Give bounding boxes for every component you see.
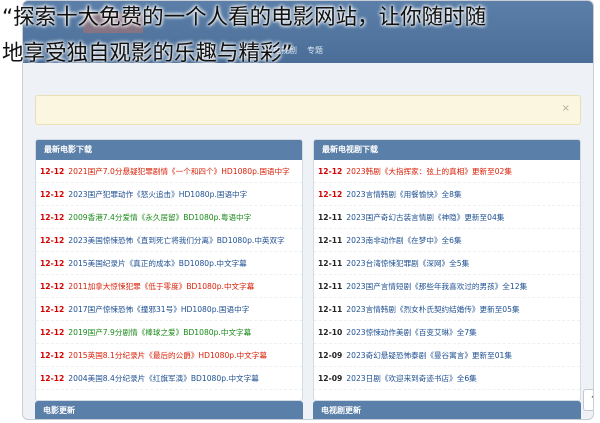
- list-item[interactable]: 12-11 2023国产言情短剧《那些年我喜欢过的男孩》全12集: [314, 275, 580, 298]
- item-title-link[interactable]: 2011加拿大惊悚犯罪《低于零度》BD1080p.中文字幕: [68, 282, 254, 291]
- list-item[interactable]: 12-11 2023国产奇幻古装言情剧《神隐》更新至04集: [314, 206, 580, 229]
- item-date: 12-11: [318, 282, 343, 291]
- list-item[interactable]: 12-10 2023惊悚动作美剧《百变艾琳》全7集: [314, 321, 580, 344]
- list-item[interactable]: 12-09 2023奇幻悬疑恐怖泰剧《曼谷寓言》更新至01集: [314, 344, 580, 367]
- list-item[interactable]: 12-12 2009香港7.4分爱情《永久居留》BD1080p.粤语中字: [36, 206, 302, 229]
- notice-bar: ×: [35, 95, 581, 125]
- item-date: 12-11: [318, 305, 343, 314]
- list-item[interactable]: 12-12 2004美国8.4分纪录片《红旗军演》BD1080p.中文字幕: [36, 367, 302, 390]
- back-to-top-button[interactable]: ↑: [583, 389, 593, 411]
- item-title-link[interactable]: 2019国产7.9分剧情《棒球之爱》BD1080p.中文字幕: [68, 328, 251, 337]
- item-title-link[interactable]: 2023国产言情短剧《那些年我喜欢过的男孩》全12集: [346, 282, 527, 291]
- movie-updates-title: 电影更新: [35, 401, 303, 419]
- item-date: 12-11: [318, 213, 343, 222]
- item-date: 12-12: [40, 236, 65, 245]
- item-title-link[interactable]: 2023言情韩剧《用餐愉快》全8集: [346, 190, 461, 199]
- list-item[interactable]: 12-12 2017国产惊悚恐怖《撞邪31号》HD1080p.国语中字: [36, 298, 302, 321]
- tv-updates-title: 电视剧更新: [313, 401, 581, 419]
- movies-list: 12-12 2021国产7.0分悬疑犯罪剧情《一个和四个》HD1080p.国语中字…: [36, 160, 302, 390]
- item-title-link[interactable]: 2023奇幻悬疑恐怖泰剧《曼谷寓言》更新至01集: [346, 351, 512, 360]
- item-title-link[interactable]: 2017国产惊悚恐怖《撞邪31号》HD1080p.国语中字: [68, 305, 249, 314]
- list-item[interactable]: 12-11 2023台湾惊悚犯罪剧《深网》全5集: [314, 252, 580, 275]
- item-title-link[interactable]: 2021国产7.0分悬疑犯罪剧情《一个和四个》HD1080p.国语中字: [68, 167, 289, 176]
- caption-line-1: “探索十大免费的一个人看的电影网站，让你随时随: [2, 5, 487, 30]
- item-title-link[interactable]: 2023台湾惊悚犯罪剧《深网》全5集: [346, 259, 469, 268]
- list-item[interactable]: 12-12 2011加拿大惊悚犯罪《低于零度》BD1080p.中文字幕: [36, 275, 302, 298]
- tv-list: 12-12 2023韩剧《大指挥家：弦上的真相》更新至02集 12-12 2023言情…: [314, 160, 580, 390]
- item-title-link[interactable]: 2023南非动作剧《在梦中》全6集: [346, 236, 461, 245]
- item-title-link[interactable]: 2023国产奇幻古装言情剧《神隐》更新至04集: [346, 213, 504, 222]
- item-date: 12-12: [318, 167, 343, 176]
- list-item[interactable]: 12-09 2023日剧《欢迎来到奇迹书店》全6集: [314, 367, 580, 390]
- item-date: 12-12: [40, 305, 65, 314]
- item-title-link[interactable]: 2023国产犯罪动作《怒火追击》HD1080p.国语中字: [68, 190, 247, 199]
- item-date: 12-11: [318, 236, 343, 245]
- list-item[interactable]: 12-12 2015英国8.1分纪录片《最后的公爵》HD1080p.中文字幕: [36, 344, 302, 367]
- item-date: 12-12: [40, 259, 65, 268]
- movies-panel-title: 最新电影下载: [36, 140, 302, 160]
- list-item[interactable]: 12-12 2015美国纪录片《真正的成本》BD1080p.中文字幕: [36, 252, 302, 275]
- item-title-link[interactable]: 2023言情韩剧《烈女朴氏契约结婚传》更新至05集: [346, 305, 519, 314]
- item-date: 12-12: [40, 374, 65, 383]
- close-icon[interactable]: ×: [562, 103, 570, 114]
- item-title-link[interactable]: 2023惊悚动作美剧《百变艾琳》全7集: [346, 328, 476, 337]
- list-item[interactable]: 12-12 2023国产犯罪动作《怒火追击》HD1080p.国语中字: [36, 183, 302, 206]
- list-item[interactable]: 12-12 2019国产7.9分剧情《棒球之爱》BD1080p.中文字幕: [36, 321, 302, 344]
- item-date: 12-12: [40, 351, 65, 360]
- item-title-link[interactable]: 2015英国8.1分纪录片《最后的公爵》HD1080p.中文字幕: [68, 351, 267, 360]
- list-item[interactable]: 12-12 2023韩剧《大指挥家：弦上的真相》更新至02集: [314, 160, 580, 183]
- screenshot-frame: 电视剧 专题 × 最新电影下载 12-12 2021国产7.0分悬疑犯罪剧情《一个…: [0, 0, 600, 423]
- list-item[interactable]: 12-12 2023美国惊悚恐怖《直到死亡将我们分离》BD1080p.中英双字: [36, 229, 302, 252]
- overlay-caption: “探索十大免费的一个人看的电影网站，让你随时随 地享受独自观影的乐趣与精彩”: [0, 0, 600, 72]
- item-title-link[interactable]: 2023韩剧《大指挥家：弦上的真相》更新至02集: [346, 167, 512, 176]
- item-date: 12-12: [40, 282, 65, 291]
- item-date: 12-12: [40, 213, 65, 222]
- item-title-link[interactable]: 2004美国8.4分纪录片《红旗军演》BD1080p.中文字幕: [68, 374, 259, 383]
- item-title-link[interactable]: 2023美国惊悚恐怖《直到死亡将我们分离》BD1080p.中英双字: [68, 236, 284, 245]
- caption-line-2: 地享受独自观影的乐趣与精彩”: [2, 41, 293, 66]
- item-date: 12-12: [318, 190, 343, 199]
- list-item[interactable]: 12-12 2021国产7.0分悬疑犯罪剧情《一个和四个》HD1080p.国语中字: [36, 160, 302, 183]
- item-date: 12-09: [318, 374, 343, 383]
- item-date: 12-12: [40, 167, 65, 176]
- tv-panel: 最新电视剧下载 12-12 2023韩剧《大指挥家：弦上的真相》更新至02集 12-…: [313, 139, 581, 401]
- item-date: 12-12: [40, 328, 65, 337]
- item-title-link[interactable]: 2015美国纪录片《真正的成本》BD1080p.中文字幕: [68, 259, 246, 268]
- item-date: 12-10: [318, 328, 343, 337]
- list-item[interactable]: 12-12 2023言情韩剧《用餐愉快》全8集: [314, 183, 580, 206]
- item-date: 12-11: [318, 259, 343, 268]
- item-title-link[interactable]: 2009香港7.4分爱情《永久居留》BD1080p.粤语中字: [68, 213, 251, 222]
- list-item[interactable]: 12-11 2023南非动作剧《在梦中》全6集: [314, 229, 580, 252]
- movies-panel: 最新电影下载 12-12 2021国产7.0分悬疑犯罪剧情《一个和四个》HD108…: [35, 139, 303, 401]
- tv-panel-title: 最新电视剧下载: [314, 140, 580, 160]
- item-title-link[interactable]: 2023日剧《欢迎来到奇迹书店》全6集: [346, 374, 476, 383]
- item-date: 12-09: [318, 351, 343, 360]
- item-date: 12-12: [40, 190, 65, 199]
- list-item[interactable]: 12-11 2023言情韩剧《烈女朴氏契约结婚传》更新至05集: [314, 298, 580, 321]
